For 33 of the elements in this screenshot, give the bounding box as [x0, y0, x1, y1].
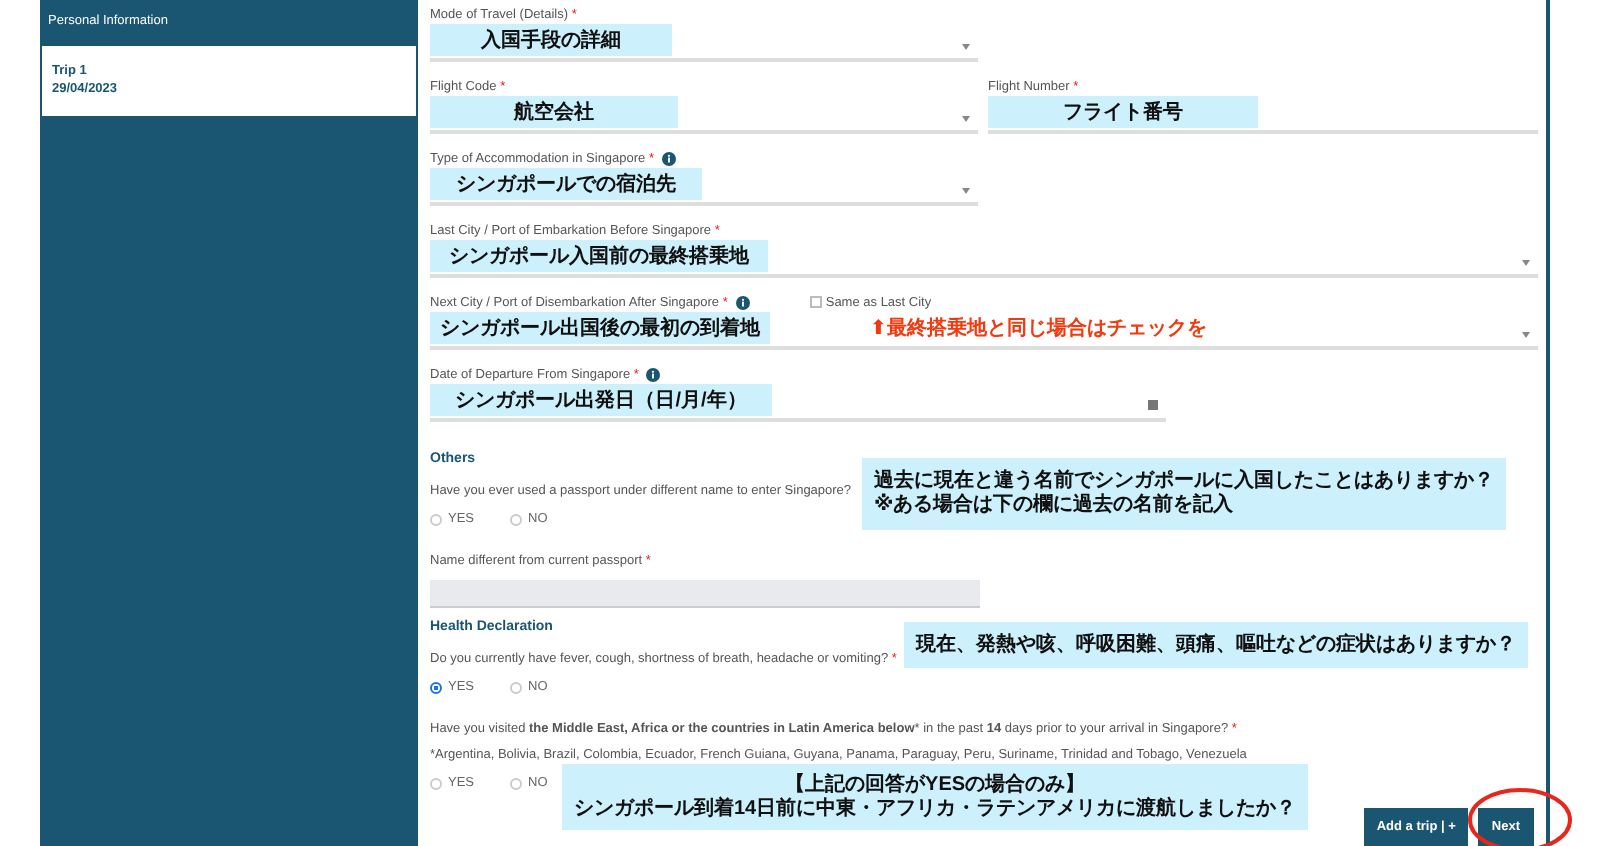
annotation-note: 過去に現在と違う名前でシンガポールに入国したことはありますか？ ※ある場合は下の欄に過去の名前を記入 [862, 458, 1506, 530]
annotation-note: 入国手段の詳細 [430, 24, 672, 56]
input-field[interactable]: シンガポール出発日（日/月/年） [430, 382, 1166, 422]
caret-icon [1522, 260, 1530, 266]
radio-icon[interactable] [430, 777, 442, 789]
annotation-note: 航空会社 [430, 96, 678, 128]
input-field[interactable]: シンガポール出国後の最初の到着地 ⬆最終搭乗地と同じ場合はチェックを [430, 310, 1538, 350]
caret-icon [962, 116, 970, 122]
input-field[interactable]: シンガポール入国前の最終搭乗地 [430, 238, 1538, 278]
annotation-note: シンガポール出発日（日/月/年） [430, 384, 772, 416]
annotation-note: シンガポール出国後の最初の到着地 [430, 312, 770, 344]
info-icon[interactable] [735, 295, 750, 309]
radio-icon[interactable] [430, 513, 442, 525]
info-icon[interactable] [662, 151, 677, 165]
input-field[interactable]: 入国手段の詳細 [430, 22, 978, 62]
annotation-note: シンガポール入国前の最終搭乗地 [430, 240, 768, 272]
input-field[interactable]: 航空会社 [430, 94, 978, 134]
annotation-note: 現在、発熱や咳、呼吸困難、頭痛、嘔吐などの症状はありますか？ [904, 622, 1528, 668]
radio-icon[interactable] [510, 777, 523, 789]
radio-icon[interactable] [510, 513, 523, 525]
annotation-note: ⬆最終搭乗地と同じ場合はチェックを [870, 315, 1207, 342]
caret-icon [962, 188, 970, 194]
info-icon[interactable] [646, 367, 661, 381]
input-field[interactable]: フライト番号 [988, 94, 1538, 134]
input-field[interactable]: シンガポールでの宿泊先 [430, 166, 978, 206]
annotation-note: シンガポールでの宿泊先 [430, 168, 702, 200]
radio-icon[interactable] [430, 681, 442, 693]
annotation-note: 【上記の回答がYESの場合のみ】 シンガポール到着14日前に中東・アフリカ・ラテンアメリカに渡航しましたか？ [562, 764, 1309, 830]
caret-icon [962, 44, 970, 50]
radio-icon[interactable] [510, 681, 523, 693]
caret-icon [1522, 332, 1530, 338]
checkbox[interactable] [809, 296, 822, 308]
annotation-note: フライト番号 [988, 96, 1258, 128]
